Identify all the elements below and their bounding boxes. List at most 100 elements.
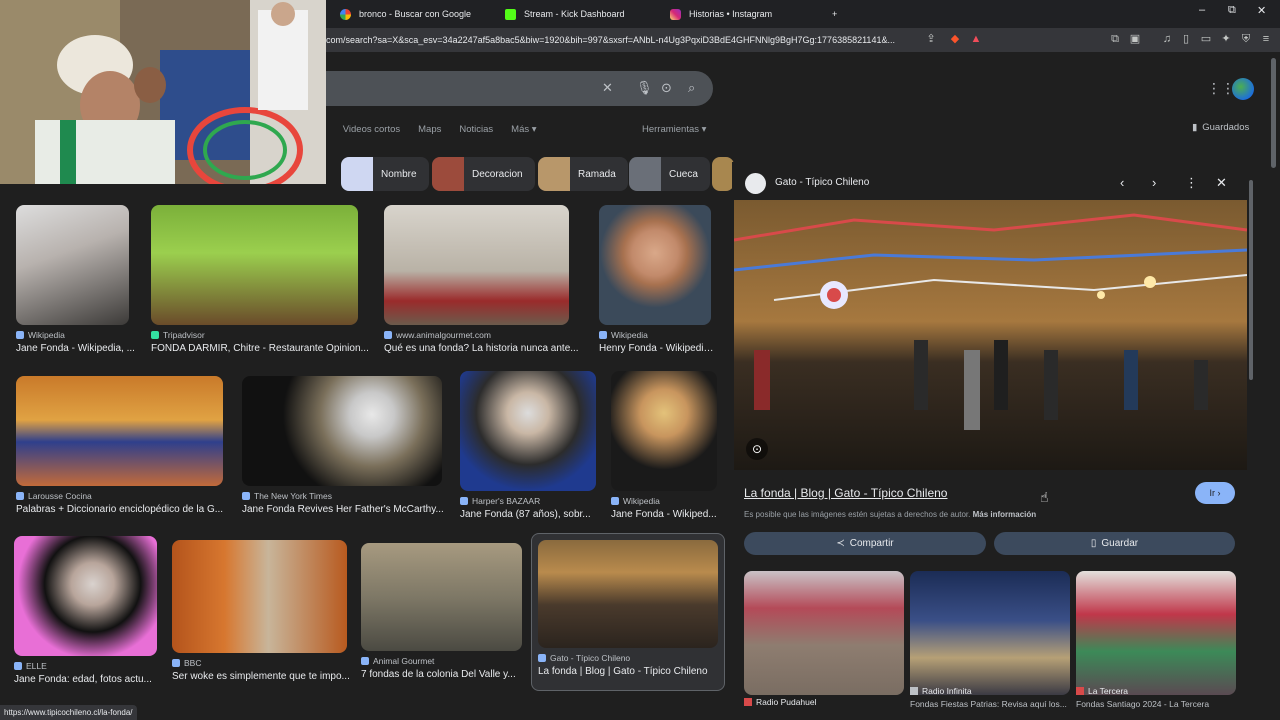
result-card[interactable]: www.animalgourmet.com Qué es una fonda? … <box>384 205 584 354</box>
result-title[interactable]: FONDA DARMIR, Chitre - Restaurante Opini… <box>151 343 376 354</box>
tab-google-search[interactable]: bronco - Buscar con Google <box>330 2 490 26</box>
minimize-button[interactable]: – <box>1199 4 1205 16</box>
new-tab-button[interactable]: + <box>822 2 847 26</box>
result-title[interactable]: Palabras + Diccionario enciclopédico de … <box>16 504 238 515</box>
tab-title: bronco - Buscar con Google <box>359 9 472 19</box>
share-icon[interactable]: ⇪ <box>924 32 938 46</box>
vpn-icon[interactable]: ⛨ <box>1239 32 1253 46</box>
page-scrollbar[interactable] <box>1271 58 1276 168</box>
sidebar-icon[interactable]: ▯ <box>1179 32 1193 46</box>
result-card[interactable]: Harper's BAZAAR Jane Fonda (87 años), so… <box>460 371 603 520</box>
tab-kick-dashboard[interactable]: Stream - Kick Dashboard <box>495 2 655 26</box>
related-title[interactable]: Fondas Santiago 2024 - La Tercera <box>1076 699 1236 709</box>
tools-button[interactable]: Herramientas ▾ <box>642 124 706 135</box>
clear-search-icon[interactable]: ✕ <box>602 80 613 96</box>
result-title[interactable]: Qué es una fonda? La historia nunca ante… <box>384 343 584 354</box>
panel-title-link[interactable]: La fonda | Blog | Gato - Típico Chileno <box>744 486 947 500</box>
more-info-link[interactable]: Más información <box>973 510 1037 519</box>
chip-cueca[interactable]: Cueca <box>629 157 710 191</box>
result-card[interactable]: Animal Gourmet 7 fondas de la colonia De… <box>361 543 526 680</box>
panel-scrollbar[interactable] <box>1249 180 1253 380</box>
next-image-icon[interactable]: › <box>1152 175 1156 190</box>
tab-more[interactable]: Más ▾ <box>511 124 536 135</box>
result-image[interactable] <box>599 205 711 325</box>
related-image[interactable] <box>1076 571 1236 695</box>
result-card[interactable]: Larousse Cocina Palabras + Diccionario e… <box>16 376 238 515</box>
maximize-button[interactable]: ⧉ <box>1228 4 1236 17</box>
chip-decoracion[interactable]: Decoracion <box>432 157 535 191</box>
address-bar[interactable]: com/search?sa=X&sca_esv=34a2247af5a8bac5… <box>326 31 926 49</box>
result-image[interactable] <box>16 376 223 486</box>
chip-ramada[interactable]: Ramada <box>538 157 628 191</box>
result-image[interactable] <box>361 543 522 651</box>
result-title[interactable]: Henry Fonda - Wikipedia... <box>599 343 717 354</box>
result-card[interactable]: Wikipedia Jane Fonda - Wikipedia, ... <box>16 205 146 354</box>
result-image[interactable] <box>16 205 129 325</box>
result-image[interactable] <box>611 371 717 491</box>
tab-maps[interactable]: Maps <box>418 124 441 135</box>
tab-short-videos[interactable]: Videos cortos <box>343 124 400 135</box>
visual-search-icon[interactable]: ⊙ <box>746 438 768 460</box>
result-title[interactable]: Jane Fonda Revives Her Father's McCarthy… <box>242 504 447 515</box>
result-image[interactable] <box>14 536 157 656</box>
related-title[interactable]: Fondas Fiestas Patrias: Revisa aquí los.… <box>910 699 1070 709</box>
prev-image-icon[interactable]: ‹ <box>1120 175 1124 190</box>
search-icon[interactable]: ⌕ <box>688 80 695 96</box>
save-button[interactable]: ▯ Guardar <box>994 532 1235 555</box>
more-options-icon[interactable]: ⋮ <box>1185 175 1198 191</box>
tab-instagram[interactable]: Historias • Instagram <box>660 2 820 26</box>
nyt-icon <box>242 492 250 500</box>
close-panel-icon[interactable]: ✕ <box>1216 175 1227 191</box>
result-title[interactable]: Ser woke es simplemente que te impo... <box>172 671 352 682</box>
result-card[interactable]: Tripadvisor FONDA DARMIR, Chitre - Resta… <box>151 205 376 354</box>
copyright-notice: Es posible que las imágenes estén sujeta… <box>744 510 1036 519</box>
wallet-icon[interactable]: ▭ <box>1199 32 1213 46</box>
preview-image[interactable] <box>734 200 1247 470</box>
tab-title: Stream - Kick Dashboard <box>524 9 625 19</box>
plus-icon: + <box>832 9 838 19</box>
result-title[interactable]: Jane Fonda - Wikipedia, ... <box>16 343 146 354</box>
related-image[interactable] <box>744 571 904 695</box>
music-icon[interactable]: ♫ <box>1160 32 1174 46</box>
close-window-button[interactable]: ✕ <box>1257 4 1266 17</box>
result-title[interactable]: Jane Fonda - Wikiped... <box>611 509 721 520</box>
result-title[interactable]: La fonda | Blog | Gato - Típico Chileno <box>538 666 718 677</box>
result-card[interactable]: The New York Times Jane Fonda Revives He… <box>242 376 447 515</box>
result-card-selected[interactable]: Gato - Típico Chileno La fonda | Blog | … <box>531 533 725 691</box>
result-source: Wikipedia <box>599 330 717 340</box>
microphone-icon[interactable]: 🎙 <box>636 80 653 96</box>
chip-nombre[interactable]: Nombre <box>341 157 429 191</box>
apps-grid-icon[interactable]: ⋮⋮ <box>1207 80 1235 97</box>
leo-icon[interactable]: ✦ <box>1219 32 1233 46</box>
source-label: BBC <box>184 658 202 668</box>
brave-rewards-icon[interactable]: ▲ <box>969 32 983 46</box>
result-title[interactable]: Jane Fonda (87 años), sobr... <box>460 509 603 520</box>
screenshot-icon[interactable]: ▣ <box>1128 32 1142 46</box>
extension-icon[interactable]: ⧉ <box>1108 32 1122 46</box>
menu-icon[interactable]: ≡ <box>1259 32 1273 46</box>
chip-more[interactable] <box>712 157 734 191</box>
visit-button[interactable]: Ir › <box>1195 482 1235 504</box>
result-card[interactable]: BBC Ser woke es simplemente que te impo.… <box>172 540 352 682</box>
result-image[interactable] <box>460 371 596 491</box>
result-image[interactable] <box>172 540 347 653</box>
result-card[interactable]: ELLE Jane Fonda: edad, fotos actu... <box>14 536 162 685</box>
brave-shield-icon[interactable]: ◆ <box>948 32 962 46</box>
result-title[interactable]: 7 fondas de la colonia Del Valle y... <box>361 669 526 680</box>
panel-site-name[interactable]: Gato - Típico Chileno <box>775 177 869 188</box>
result-image[interactable] <box>151 205 358 325</box>
status-url: https://www.tipicochileno.cl/la-fonda/ <box>0 705 137 720</box>
result-image[interactable] <box>384 205 569 325</box>
result-title[interactable]: Jane Fonda: edad, fotos actu... <box>14 674 162 685</box>
avatar[interactable] <box>1232 78 1254 100</box>
saved-button[interactable]: ▮ Guardados <box>1192 122 1249 133</box>
tab-news[interactable]: Noticias <box>459 124 493 135</box>
result-card[interactable]: Wikipedia Henry Fonda - Wikipedia... <box>599 205 717 354</box>
result-image[interactable] <box>538 540 718 648</box>
result-image[interactable] <box>242 376 442 486</box>
result-card[interactable]: Wikipedia Jane Fonda - Wikiped... <box>611 371 721 520</box>
related-image[interactable] <box>910 571 1070 695</box>
share-button[interactable]: ≺ Compartir <box>744 532 986 555</box>
source-label: Gato - Típico Chileno <box>550 653 631 663</box>
lens-icon[interactable]: ⊙ <box>661 80 672 96</box>
